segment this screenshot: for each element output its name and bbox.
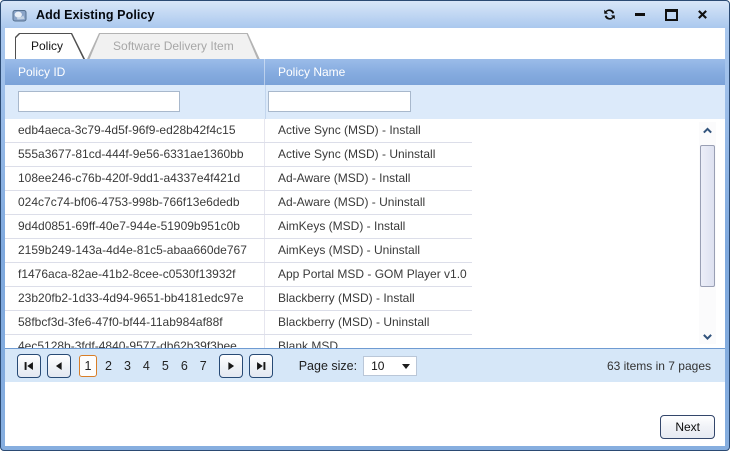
refresh-icon[interactable] xyxy=(602,8,616,22)
scroll-down-icon[interactable] xyxy=(699,328,716,344)
policy-name-cell: Blank MSD xyxy=(265,335,472,348)
tabstrip: Policy Software Delivery Item xyxy=(5,28,725,59)
policy-name-cell: AimKeys (MSD) - Uninstall xyxy=(265,239,472,262)
tab-policy[interactable]: Policy xyxy=(15,33,85,59)
policy-id-cell: f1476aca-82ae-41b2-8cee-c0530f13932f xyxy=(5,263,265,286)
items-summary: 63 items in 7 pages xyxy=(607,359,713,373)
table-row[interactable]: 4ec5128b-3fdf-4840-9577-db62b39f3bee Bla… xyxy=(5,335,472,348)
scrollbar-thumb[interactable] xyxy=(700,145,715,287)
policy-name-filter-input[interactable] xyxy=(268,91,411,112)
policy-id-cell: 23b20fb2-1d33-4d94-9651-bb4181edc97e xyxy=(5,287,265,310)
filter-row xyxy=(5,85,725,119)
table-row[interactable]: 555a3677-81cd-444f-9e56-6331ae1360bb Act… xyxy=(5,143,472,167)
table-row[interactable]: 024c7c74-bf06-4753-998b-766f13e6dedb Ad-… xyxy=(5,191,472,215)
tab-software-delivery-item[interactable]: Software Delivery Item xyxy=(87,33,260,59)
policy-id-cell: edb4aeca-3c79-4d5f-96f9-ed28b42f4c15 xyxy=(5,119,265,142)
policy-name-cell: App Portal MSD - GOM Player v1.0 xyxy=(265,263,472,286)
pagination-bar: 1 2 3 4 5 6 7 Page size: 10 63 items in … xyxy=(5,348,725,382)
policy-id-cell: 108ee246-c76b-420f-9dd1-a4337e4f421d xyxy=(5,167,265,190)
add-existing-policy-dialog: Add Existing Policy Policy xyxy=(0,0,730,451)
policy-id-filter-input[interactable] xyxy=(18,91,180,112)
column-header-policy-id[interactable]: Policy ID xyxy=(5,59,265,85)
next-page-icon[interactable] xyxy=(219,354,243,378)
app-icon xyxy=(12,7,28,23)
minimize-icon[interactable] xyxy=(633,8,647,22)
prev-page-icon[interactable] xyxy=(47,354,71,378)
table-row[interactable]: 58fbcf3d-3fe6-47f0-bf44-11ab984af88f Bla… xyxy=(5,311,472,335)
policy-name-cell: Blackberry (MSD) - Uninstall xyxy=(265,311,472,334)
column-header-policy-name[interactable]: Policy Name xyxy=(265,65,725,79)
last-page-icon[interactable] xyxy=(249,354,273,378)
page-number-link[interactable]: 6 xyxy=(175,359,194,373)
policy-name-cell: Active Sync (MSD) - Uninstall xyxy=(265,143,472,166)
table-row[interactable]: 23b20fb2-1d33-4d94-9651-bb4181edc97e Bla… xyxy=(5,287,472,311)
page-number-link[interactable]: 7 xyxy=(194,359,213,373)
policy-id-cell: 2159b249-143a-4d4e-81c5-abaa660de767 xyxy=(5,239,265,262)
window-controls xyxy=(602,8,717,22)
close-icon[interactable] xyxy=(695,8,709,22)
table-row[interactable]: 9d4d0851-69ff-40e7-944e-51909b951c0b Aim… xyxy=(5,215,472,239)
vertical-scrollbar xyxy=(699,122,716,344)
first-page-icon[interactable] xyxy=(17,354,41,378)
policy-id-cell: 024c7c74-bf06-4753-998b-766f13e6dedb xyxy=(5,191,265,214)
table-row[interactable]: edb4aeca-3c79-4d5f-96f9-ed28b42f4c15 Act… xyxy=(5,119,472,143)
page-size-label: Page size: xyxy=(299,359,357,373)
grid-rows: edb4aeca-3c79-4d5f-96f9-ed28b42f4c15 Act… xyxy=(5,119,472,348)
current-page-indicator[interactable]: 1 xyxy=(79,355,97,377)
page-number-link[interactable]: 2 xyxy=(99,359,118,373)
grid-header: Policy ID Policy Name xyxy=(5,59,725,85)
next-button[interactable]: Next xyxy=(660,415,715,439)
titlebar: Add Existing Policy xyxy=(5,1,725,28)
page-size-select[interactable]: 10 xyxy=(363,356,417,376)
policy-name-cell: Active Sync (MSD) - Install xyxy=(265,119,472,142)
scroll-up-icon[interactable] xyxy=(699,122,716,138)
maximize-icon[interactable] xyxy=(664,8,678,22)
table-row[interactable]: f1476aca-82ae-41b2-8cee-c0530f13932f App… xyxy=(5,263,472,287)
policy-name-cell: Ad-Aware (MSD) - Uninstall xyxy=(265,191,472,214)
page-number-link[interactable]: 3 xyxy=(118,359,137,373)
window-title: Add Existing Policy xyxy=(36,8,155,22)
policy-name-cell: Ad-Aware (MSD) - Install xyxy=(265,167,472,190)
dropdown-arrow-icon xyxy=(402,364,410,369)
policy-id-cell: 58fbcf3d-3fe6-47f0-bf44-11ab984af88f xyxy=(5,311,265,334)
policy-name-cell: Blackberry (MSD) - Install xyxy=(265,287,472,310)
page-number-link[interactable]: 4 xyxy=(137,359,156,373)
table-row[interactable]: 2159b249-143a-4d4e-81c5-abaa660de767 Aim… xyxy=(5,239,472,263)
policy-id-cell: 9d4d0851-69ff-40e7-944e-51909b951c0b xyxy=(5,215,265,238)
policy-id-cell: 555a3677-81cd-444f-9e56-6331ae1360bb xyxy=(5,143,265,166)
page-number-link[interactable]: 5 xyxy=(156,359,175,373)
grid-body: edb4aeca-3c79-4d5f-96f9-ed28b42f4c15 Act… xyxy=(5,119,725,348)
dialog-footer: Next xyxy=(5,382,725,446)
dialog-content: Policy Software Delivery Item Policy ID … xyxy=(5,28,725,446)
policy-name-cell: AimKeys (MSD) - Install xyxy=(265,215,472,238)
policy-id-cell: 4ec5128b-3fdf-4840-9577-db62b39f3bee xyxy=(5,335,265,348)
table-row[interactable]: 108ee246-c76b-420f-9dd1-a4337e4f421d Ad-… xyxy=(5,167,472,191)
